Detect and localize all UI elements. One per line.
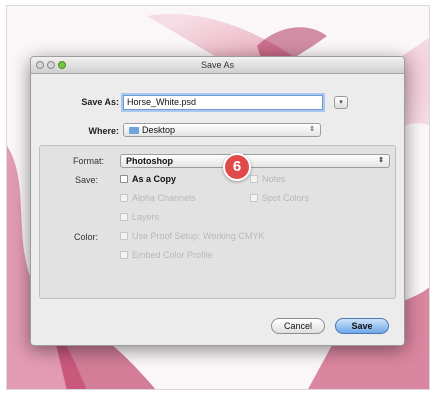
- as-a-copy-label: As a Copy: [132, 174, 177, 184]
- checkbox-icon: [250, 194, 258, 202]
- layers-checkbox[interactable]: Layers: [120, 212, 159, 222]
- checkbox-icon: [120, 213, 128, 221]
- where-label: Where:: [88, 126, 119, 136]
- checkbox-icon: [120, 194, 128, 202]
- alpha-channels-label: Alpha Channels: [132, 193, 196, 203]
- dialog-title: Save As: [200, 60, 235, 70]
- as-a-copy-checkbox[interactable]: As a Copy: [120, 174, 176, 184]
- options-panel: Format: Photoshop ⇕ Save: As a Copy Note…: [39, 145, 396, 299]
- use-proof-setup-label: Use Proof Setup: Working CMYK: [132, 231, 265, 241]
- folder-icon: [129, 127, 139, 134]
- popup-arrows-icon: ⇕: [309, 126, 315, 133]
- checkbox-icon: [120, 251, 128, 259]
- triangle-down-icon: ▾: [339, 99, 343, 106]
- notes-checkbox[interactable]: Notes: [250, 174, 286, 184]
- use-proof-setup-checkbox[interactable]: Use Proof Setup: Working CMYK: [120, 231, 264, 241]
- checkbox-icon: [120, 175, 128, 183]
- step-number-badge: 6: [223, 153, 251, 181]
- save-as-dialog: Save As Save As: Horse_White.psd ▾ Where…: [30, 56, 405, 346]
- save-button[interactable]: Save: [335, 318, 389, 334]
- alpha-channels-checkbox[interactable]: Alpha Channels: [120, 193, 196, 203]
- expand-dialog-button[interactable]: ▾: [334, 96, 348, 109]
- embed-color-profile-checkbox[interactable]: Embed Color Profile: [120, 250, 213, 260]
- checkbox-icon: [120, 232, 128, 240]
- filename-field[interactable]: Horse_White.psd: [123, 95, 323, 110]
- save-label: Save:: [74, 175, 98, 185]
- embed-color-profile-label: Embed Color Profile: [132, 250, 213, 260]
- notes-label: Notes: [262, 174, 286, 184]
- layers-label: Layers: [132, 212, 160, 222]
- where-popup[interactable]: Desktop ⇕: [123, 123, 321, 137]
- dialog-titlebar: Save As: [31, 57, 404, 74]
- checkbox-icon: [250, 175, 258, 183]
- where-value: Desktop: [142, 125, 176, 135]
- spot-colors-checkbox[interactable]: Spot Colors: [250, 193, 309, 203]
- spot-colors-label: Spot Colors: [262, 193, 310, 203]
- save-as-label: Save As:: [81, 97, 119, 107]
- format-label: Format:: [72, 156, 104, 166]
- format-popup[interactable]: Photoshop ⇕: [120, 154, 390, 168]
- popup-arrows-icon: ⇕: [378, 157, 384, 164]
- cancel-button[interactable]: Cancel: [271, 318, 325, 334]
- color-label: Color:: [73, 232, 98, 242]
- format-value: Photoshop: [126, 156, 173, 166]
